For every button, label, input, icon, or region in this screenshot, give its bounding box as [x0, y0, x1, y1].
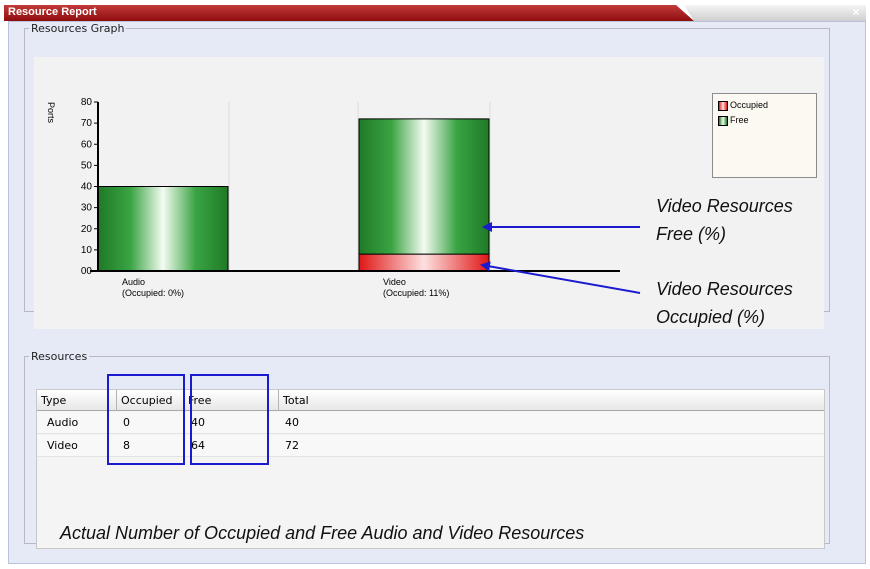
- bar-video-free: [358, 118, 490, 255]
- cell-type: Audio: [47, 416, 79, 429]
- cell-total: 72: [285, 439, 299, 452]
- column-header-total[interactable]: Total: [279, 390, 824, 411]
- category-label: Video: [383, 277, 406, 287]
- y-tick-label: 10: [81, 245, 93, 256]
- bar-video-occupied: [358, 253, 490, 272]
- y-axis-label: Ports: [46, 102, 56, 124]
- callout-video-free-line2: Free (%): [656, 224, 727, 244]
- y-tick-label: 20: [81, 224, 93, 235]
- callout-video-free-line1: Video Resources: [656, 196, 793, 216]
- y-tick-label: 60: [81, 139, 93, 150]
- legend-label-free: Free: [730, 115, 749, 125]
- chart-legend: Occupied Free: [712, 93, 817, 178]
- highlight-occupied-column: [107, 374, 185, 465]
- category-note: (Occupied: 0%): [122, 288, 184, 298]
- column-header-type[interactable]: Type: [37, 390, 117, 411]
- legend-swatch-occupied: [718, 101, 728, 111]
- legend-swatch-free: [718, 116, 728, 126]
- callout-video-occupied-line1: Video Resources: [656, 279, 793, 299]
- cell-type: Video: [47, 439, 78, 452]
- y-tick-label: 70: [81, 118, 93, 129]
- y-tick-label: 00: [81, 266, 93, 277]
- y-tick-label: 80: [81, 97, 93, 108]
- callout-actual-numbers: Actual Number of Occupied and Free Audio…: [60, 523, 585, 543]
- y-tick-label: 30: [81, 203, 93, 214]
- category-label: Audio: [122, 277, 145, 287]
- callout-video-occupied-line2: Occupied (%): [656, 307, 766, 327]
- bar-audio-free: [97, 186, 229, 272]
- y-tick-label: 40: [81, 182, 93, 193]
- resources-title: Resources: [31, 350, 88, 363]
- highlight-free-column: [190, 374, 269, 465]
- arrow-video-occupied: [480, 261, 641, 294]
- legend-label-occupied: Occupied: [730, 100, 769, 110]
- y-tick-label: 50: [81, 160, 93, 171]
- category-note: (Occupied: 11%): [383, 288, 449, 298]
- cell-total: 40: [285, 416, 299, 429]
